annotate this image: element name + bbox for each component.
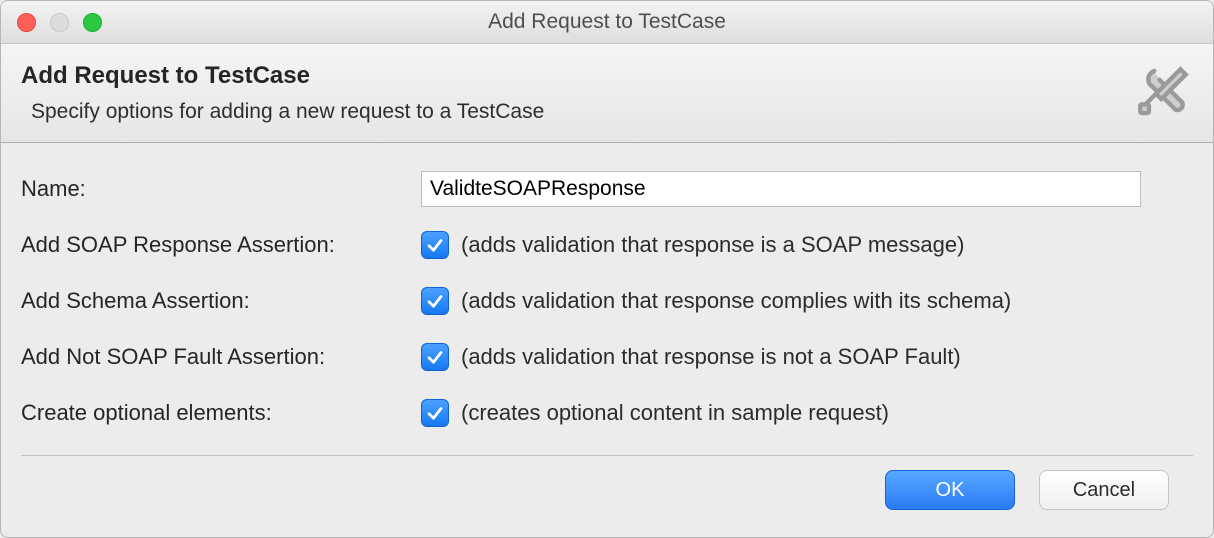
dialog-subtitle: Specify options for adding a new request…: [21, 100, 1193, 124]
name-label: Name:: [21, 176, 421, 202]
window-controls: [17, 13, 102, 32]
zoom-window-button[interactable]: [83, 13, 102, 32]
not-fault-checkbox[interactable]: [421, 343, 449, 371]
schema-label: Add Schema Assertion:: [21, 288, 421, 314]
close-window-button[interactable]: [17, 13, 36, 32]
dialog-header: Add Request to TestCase Specify options …: [1, 44, 1213, 143]
soap-response-row: Add SOAP Response Assertion: (adds valid…: [21, 221, 1193, 269]
window-title: Add Request to TestCase: [1, 10, 1213, 34]
tools-icon: [1135, 64, 1191, 120]
optional-hint: (creates optional content in sample requ…: [461, 400, 889, 426]
dialog-window: Add Request to TestCase Add Request to T…: [0, 0, 1214, 538]
optional-checkbox[interactable]: [421, 399, 449, 427]
dialog-footer: OK Cancel: [21, 456, 1193, 524]
not-fault-hint: (adds validation that response is not a …: [461, 344, 961, 370]
name-input[interactable]: [421, 171, 1141, 207]
ok-button[interactable]: OK: [885, 470, 1015, 510]
title-bar: Add Request to TestCase: [1, 1, 1213, 44]
soap-response-checkbox[interactable]: [421, 231, 449, 259]
optional-label: Create optional elements:: [21, 400, 421, 426]
schema-row: Add Schema Assertion: (adds validation t…: [21, 277, 1193, 325]
schema-hint: (adds validation that response complies …: [461, 288, 1011, 314]
dialog-body: Name: Add SOAP Response Assertion: (adds…: [1, 143, 1213, 537]
cancel-button[interactable]: Cancel: [1039, 470, 1169, 510]
name-row: Name:: [21, 165, 1193, 213]
soap-response-hint: (adds validation that response is a SOAP…: [461, 232, 964, 258]
not-fault-label: Add Not SOAP Fault Assertion:: [21, 344, 421, 370]
optional-row: Create optional elements: (creates optio…: [21, 389, 1193, 437]
dialog-title: Add Request to TestCase: [21, 62, 1193, 90]
schema-checkbox[interactable]: [421, 287, 449, 315]
minimize-window-button: [50, 13, 69, 32]
soap-response-label: Add SOAP Response Assertion:: [21, 232, 421, 258]
not-fault-row: Add Not SOAP Fault Assertion: (adds vali…: [21, 333, 1193, 381]
